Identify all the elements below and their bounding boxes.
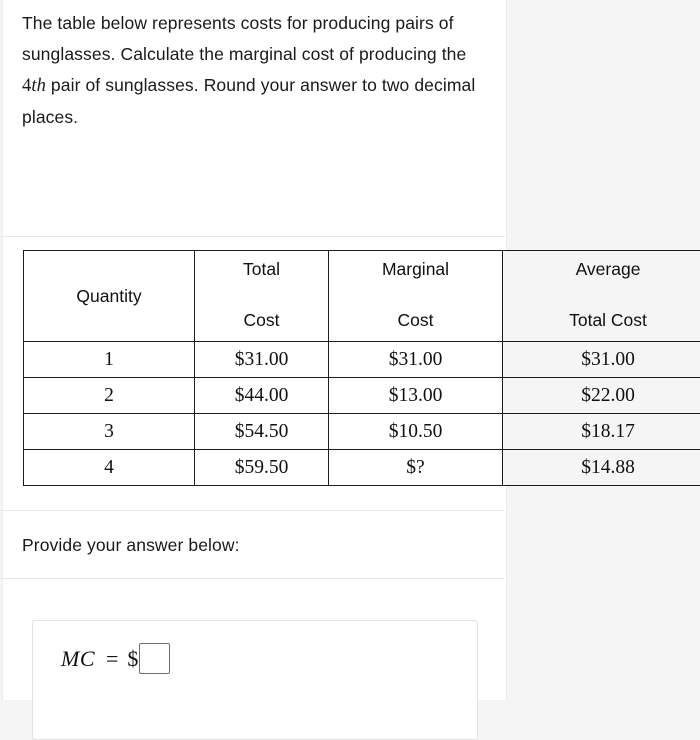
table-row: 4 $59.50 $? $14.88 [24, 450, 700, 486]
cost-table: Quantity Total Cost Marginal Cost [23, 250, 700, 486]
cell-quantity: 4 [24, 450, 195, 486]
ordinal-suffix: th [31, 76, 46, 96]
table-row: 1 $31.00 $31.00 $31.00 [24, 342, 700, 378]
answer-input[interactable] [139, 643, 170, 674]
cell-total-cost: $44.00 [195, 378, 329, 414]
column-header-marginal-cost-line2: Cost [329, 310, 502, 331]
cell-quantity: 1 [24, 342, 195, 378]
question-text-part2: pair of sunglasses. Round your answer to… [22, 75, 475, 127]
column-header-quantity: Quantity [24, 251, 195, 342]
answer-panel: MC = $ [32, 620, 478, 740]
answer-expression: MC = $ [61, 643, 170, 674]
cell-total-cost: $54.50 [195, 414, 329, 450]
answer-variable-label: MC [61, 646, 95, 672]
column-header-total-cost-line1: Total [195, 259, 328, 280]
table-header-row: Quantity Total Cost Marginal Cost [24, 251, 700, 342]
cell-marginal-cost-unknown: $? [329, 450, 503, 486]
table-row: 2 $44.00 $13.00 $22.00 [24, 378, 700, 414]
answer-currency-symbol: $ [127, 646, 138, 672]
cost-table-container: Quantity Total Cost Marginal Cost [23, 250, 700, 486]
cell-quantity: 3 [24, 414, 195, 450]
section-divider-above-table [0, 236, 505, 237]
answer-section-label: Provide your answer below: [22, 535, 240, 556]
table-row: 3 $54.50 $10.50 $18.17 [24, 414, 700, 450]
ordinal-math: 4th [22, 76, 46, 96]
section-divider-below-answer-label [0, 578, 505, 579]
cell-average-total-cost: $31.00 [503, 342, 700, 378]
column-header-total-cost-line2: Cost [195, 310, 328, 331]
cell-average-total-cost: $18.17 [503, 414, 700, 450]
answer-equals-sign: = [106, 646, 118, 672]
cell-average-total-cost: $22.00 [503, 378, 700, 414]
column-header-marginal-cost-line1: Marginal [329, 259, 502, 280]
cell-quantity: 2 [24, 378, 195, 414]
ordinal-number: 4 [22, 76, 31, 96]
question-prompt: The table below represents costs for pro… [22, 8, 492, 133]
cell-marginal-cost: $13.00 [329, 378, 503, 414]
question-text-part1: The table below represents costs for pro… [22, 13, 466, 64]
column-header-marginal-cost: Marginal Cost [329, 251, 503, 342]
cell-marginal-cost: $31.00 [329, 342, 503, 378]
column-header-average-total-cost: Average Total Cost [503, 251, 700, 342]
cell-total-cost: $59.50 [195, 450, 329, 486]
column-header-average-total-cost-line1: Average [503, 259, 700, 280]
column-header-total-cost: Total Cost [195, 251, 329, 342]
section-divider-above-answer-label [0, 510, 505, 511]
cell-average-total-cost: $14.88 [503, 450, 700, 486]
column-header-average-total-cost-line2: Total Cost [503, 310, 700, 331]
column-header-quantity-label: Quantity [76, 286, 141, 307]
cell-marginal-cost: $10.50 [329, 414, 503, 450]
cell-total-cost: $31.00 [195, 342, 329, 378]
